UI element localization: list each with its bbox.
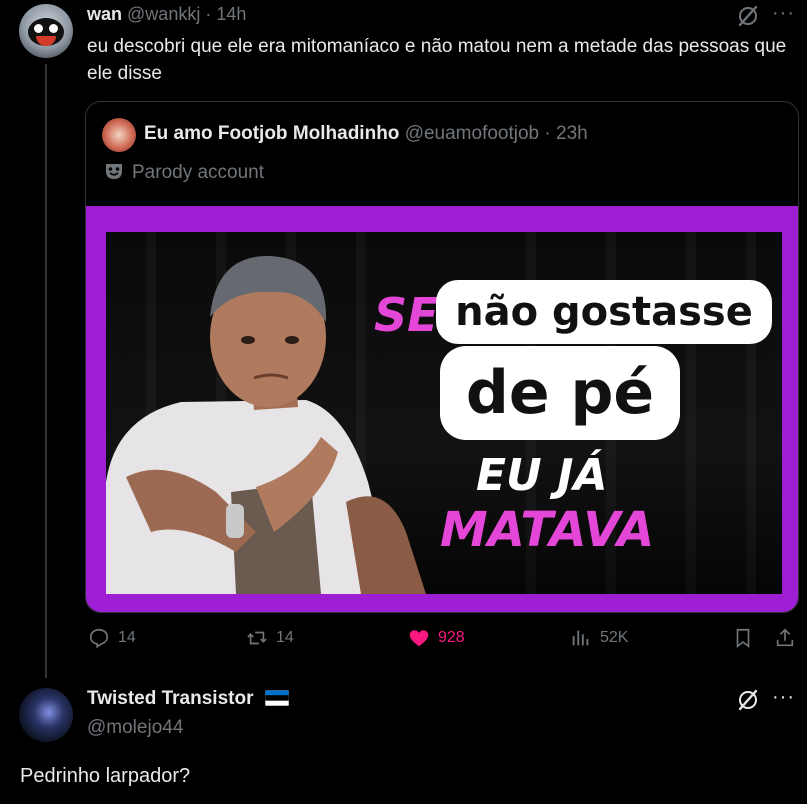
tweet-action-bar: 14 14 928 52K — [0, 627, 807, 655]
grok-icon[interactable] — [736, 4, 760, 28]
share-button[interactable] — [774, 627, 796, 649]
media-text-nao-gostasse: não gostasse — [436, 280, 772, 344]
grok-icon[interactable] — [736, 688, 760, 712]
tweet-time[interactable]: 14h — [216, 4, 246, 24]
bookmark-icon — [736, 628, 750, 648]
reply-author-handle[interactable]: @molejo44 — [87, 717, 183, 739]
quote-author-avatar[interactable] — [102, 118, 136, 152]
like-count: 928 — [438, 629, 465, 646]
media-text-matava: MATAVA — [440, 502, 655, 558]
quote-separator-dot: · — [544, 123, 551, 144]
more-icon[interactable]: ··· — [772, 686, 795, 709]
reply-text: Pedrinho larpador? — [20, 765, 191, 787]
repost-count: 14 — [276, 629, 294, 646]
reply-count: 14 — [118, 629, 136, 646]
repost-icon — [247, 631, 267, 645]
reply-button[interactable]: 14 — [88, 627, 136, 649]
reply-icon — [89, 628, 109, 649]
media-text-de-pe: de pé — [440, 346, 680, 440]
estonia-flag-icon — [264, 690, 289, 706]
bookmark-button[interactable] — [732, 627, 754, 649]
thread-line — [45, 64, 47, 678]
author-handle[interactable]: @wankkj — [127, 4, 200, 24]
quote-tweet-card[interactable]: Eu amo Footjob Molhadinho @euamofootjob … — [85, 101, 799, 613]
reply-header: Twisted Transistor — [87, 688, 289, 710]
person-illustration — [106, 255, 426, 594]
quote-author-handle[interactable]: @euamofootjob — [405, 123, 539, 144]
media-text-se: SE — [374, 288, 439, 342]
views-icon — [572, 630, 589, 646]
like-icon — [409, 630, 429, 647]
separator-dot: · — [205, 4, 212, 24]
share-icon — [776, 628, 794, 647]
repost-button[interactable]: 14 — [246, 627, 294, 649]
media-text-eu-ja: EU JÁ — [476, 450, 608, 501]
quote-time[interactable]: 23h — [556, 123, 588, 144]
parody-label-row: Parody account — [104, 161, 264, 184]
quote-header: Eu amo Footjob Molhadinho @euamofootjob … — [144, 123, 588, 145]
tweet-text: eu descobri que ele era mitomaníaco e nã… — [87, 36, 787, 84]
avatar-eye-right — [49, 24, 58, 33]
like-button[interactable]: 928 — [408, 627, 465, 649]
author-avatar[interactable] — [19, 4, 73, 58]
media-inner: SE não gostasse de pé EU JÁ MATAVA — [106, 232, 782, 594]
reply-author-avatar[interactable] — [19, 688, 73, 742]
tweet-header: wan @wankkj · 14h — [87, 4, 246, 25]
views-button[interactable]: 52K — [570, 627, 628, 649]
more-icon[interactable]: ··· — [772, 2, 795, 25]
mask-icon — [106, 164, 122, 179]
author-name[interactable]: wan — [87, 4, 122, 24]
quote-author-name[interactable]: Eu amo Footjob Molhadinho — [144, 123, 399, 144]
reply-author-name[interactable]: Twisted Transistor — [87, 688, 253, 709]
parody-label: Parody account — [132, 162, 265, 183]
avatar-eye-left — [34, 24, 43, 33]
views-count: 52K — [600, 629, 629, 646]
quote-media-image[interactable]: SE não gostasse de pé EU JÁ MATAVA — [86, 206, 798, 612]
